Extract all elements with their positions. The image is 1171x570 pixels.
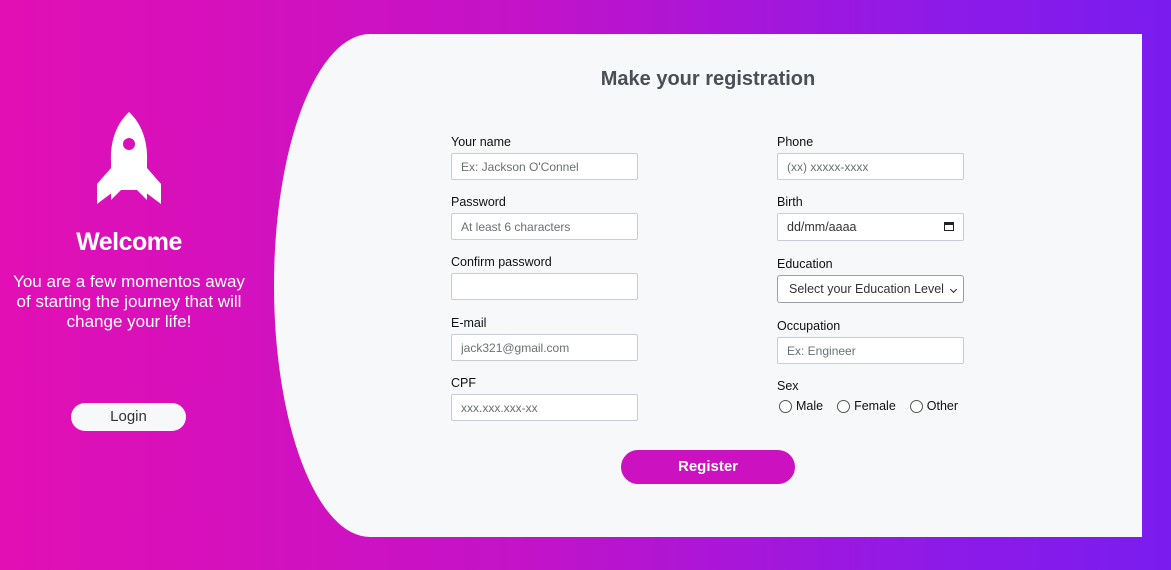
confirm-password-label: Confirm password bbox=[451, 255, 552, 269]
password-label: Password bbox=[451, 195, 506, 209]
sex-label: Sex bbox=[777, 379, 799, 393]
other-radio[interactable] bbox=[909, 399, 923, 413]
email-input[interactable] bbox=[451, 334, 638, 361]
calendar-icon[interactable] bbox=[944, 222, 954, 231]
password-field-group: Password bbox=[451, 195, 638, 240]
female-radio[interactable] bbox=[837, 399, 851, 413]
occupation-field-group: Occupation bbox=[777, 319, 964, 364]
education-field-group: Education Select your Education Level bbox=[777, 257, 964, 303]
birth-date-input[interactable]: dd/mm/aaaa bbox=[777, 213, 964, 241]
name-label: Your name bbox=[451, 135, 511, 149]
phone-label: Phone bbox=[777, 135, 814, 149]
welcome-tagline: You are a few momentos away of starting … bbox=[13, 272, 245, 331]
birth-date-value: dd/mm/aaaa bbox=[787, 220, 857, 234]
welcome-heading: Welcome bbox=[76, 228, 182, 256]
cpf-label: CPF bbox=[451, 376, 476, 390]
email-field-group: E-mail bbox=[451, 316, 638, 361]
rocket-icon bbox=[97, 112, 161, 204]
sex-option-female[interactable]: Female bbox=[835, 399, 896, 413]
name-field-group: Your name bbox=[451, 135, 638, 180]
confirm-password-field-group: Confirm password bbox=[451, 255, 638, 300]
other-radio-label: Other bbox=[926, 399, 959, 413]
sex-radio-group: Male Female Other bbox=[777, 397, 970, 415]
sex-field-group: Sex Male Female Other bbox=[777, 379, 970, 415]
phone-input[interactable] bbox=[777, 153, 964, 180]
password-input[interactable] bbox=[451, 213, 638, 240]
female-radio-label: Female bbox=[854, 399, 896, 413]
occupation-label: Occupation bbox=[777, 319, 841, 333]
occupation-input[interactable] bbox=[777, 337, 964, 364]
login-button[interactable]: Login bbox=[71, 403, 186, 431]
page-title: Make your registration bbox=[600, 68, 816, 90]
chevron-down-icon bbox=[949, 285, 958, 294]
cpf-field-group: CPF bbox=[451, 376, 638, 421]
confirm-password-input[interactable] bbox=[451, 273, 638, 300]
sex-option-male[interactable]: Male bbox=[777, 399, 823, 413]
register-button[interactable]: Register bbox=[621, 450, 795, 484]
birth-label: Birth bbox=[777, 195, 803, 209]
sex-option-other[interactable]: Other bbox=[908, 399, 958, 413]
education-selected-value: Select your Education Level bbox=[789, 282, 944, 296]
male-radio[interactable] bbox=[779, 399, 792, 413]
cpf-input[interactable] bbox=[451, 394, 638, 421]
education-label: Education bbox=[777, 257, 833, 271]
birth-field-group: Birth dd/mm/aaaa bbox=[777, 195, 964, 241]
left-panel: Welcome You are a few momentos away of s… bbox=[0, 0, 258, 570]
male-radio-label: Male bbox=[796, 399, 824, 413]
education-select[interactable]: Select your Education Level bbox=[777, 275, 964, 303]
registration-card: Make your registration Your name Passwor… bbox=[274, 34, 1142, 537]
email-label: E-mail bbox=[451, 316, 487, 330]
name-input[interactable] bbox=[451, 153, 638, 180]
phone-field-group: Phone bbox=[777, 135, 964, 180]
